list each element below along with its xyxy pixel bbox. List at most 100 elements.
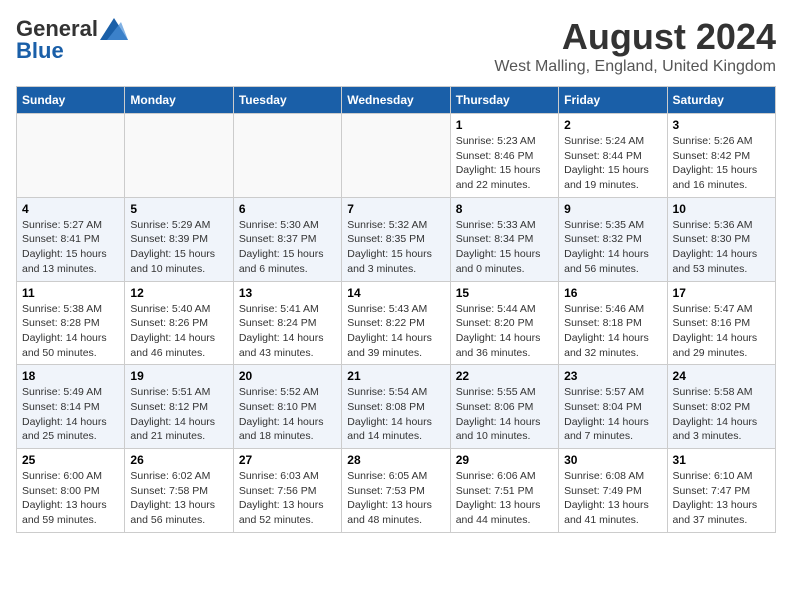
day-info: Sunrise: 6:03 AMSunset: 7:56 PMDaylight:…	[239, 469, 336, 528]
day-number: 23	[564, 369, 661, 383]
calendar-day-cell: 26 Sunrise: 6:02 AMSunset: 7:58 PMDayligh…	[125, 449, 233, 533]
calendar-day-cell: 24 Sunrise: 5:58 AMSunset: 8:02 PMDayligh…	[667, 365, 775, 449]
calendar-day-cell: 12Sunrise: 5:40 AMSunset: 8:26 PMDayligh…	[125, 281, 233, 365]
calendar-day-cell: 17 Sunrise: 5:47 AMSunset: 8:16 PMDayligh…	[667, 281, 775, 365]
calendar-week-row: 18 Sunrise: 5:49 AMSunset: 8:14 PMDayligh…	[17, 365, 776, 449]
day-info: Sunrise: 5:40 AMSunset: 8:26 PMDaylight:…	[130, 302, 227, 361]
calendar-week-row: 4 Sunrise: 5:27 AMSunset: 8:41 PMDaylight…	[17, 197, 776, 281]
calendar-day-cell	[342, 114, 450, 198]
calendar-day-cell: 22Sunrise: 5:55 AMSunset: 8:06 PMDayligh…	[450, 365, 558, 449]
day-number: 10	[673, 202, 770, 216]
day-number: 2	[564, 118, 661, 132]
page-header: General Blue August 2024 West Malling, E…	[16, 16, 776, 76]
day-info: Sunrise: 5:33 AMSunset: 8:34 PMDaylight:…	[456, 218, 553, 277]
calendar-header-row: SundayMondayTuesdayWednesdayThursdayFrid…	[17, 87, 776, 114]
calendar-day-header: Sunday	[17, 87, 125, 114]
calendar-day-cell: 1 Sunrise: 5:23 AMSunset: 8:46 PMDaylight…	[450, 114, 558, 198]
calendar-day-cell: 15Sunrise: 5:44 AMSunset: 8:20 PMDayligh…	[450, 281, 558, 365]
day-info: Sunrise: 5:49 AMSunset: 8:14 PMDaylight:…	[22, 385, 119, 444]
day-number: 24	[673, 369, 770, 383]
calendar-day-header: Thursday	[450, 87, 558, 114]
day-number: 21	[347, 369, 444, 383]
calendar-day-cell: 20 Sunrise: 5:52 AMSunset: 8:10 PMDayligh…	[233, 365, 341, 449]
logo-blue: Blue	[16, 38, 64, 64]
day-info: Sunrise: 6:06 AMSunset: 7:51 PMDaylight:…	[456, 469, 553, 528]
day-number: 29	[456, 453, 553, 467]
day-info: Sunrise: 6:05 AMSunset: 7:53 PMDaylight:…	[347, 469, 444, 528]
day-info: Sunrise: 5:27 AMSunset: 8:41 PMDaylight:…	[22, 218, 119, 277]
calendar-day-cell: 30 Sunrise: 6:08 AMSunset: 7:49 PMDayligh…	[559, 449, 667, 533]
calendar-day-cell: 23Sunrise: 5:57 AMSunset: 8:04 PMDayligh…	[559, 365, 667, 449]
day-number: 1	[456, 118, 553, 132]
calendar-day-cell: 14 Sunrise: 5:43 AMSunset: 8:22 PMDayligh…	[342, 281, 450, 365]
calendar-day-cell: 16 Sunrise: 5:46 AMSunset: 8:18 PMDayligh…	[559, 281, 667, 365]
day-number: 31	[673, 453, 770, 467]
day-number: 7	[347, 202, 444, 216]
day-info: Sunrise: 5:32 AMSunset: 8:35 PMDaylight:…	[347, 218, 444, 277]
day-info: Sunrise: 5:23 AMSunset: 8:46 PMDaylight:…	[456, 134, 553, 193]
day-info: Sunrise: 6:10 AMSunset: 7:47 PMDaylight:…	[673, 469, 770, 528]
day-number: 22	[456, 369, 553, 383]
calendar-day-cell: 18 Sunrise: 5:49 AMSunset: 8:14 PMDayligh…	[17, 365, 125, 449]
calendar-day-cell: 3 Sunrise: 5:26 AMSunset: 8:42 PMDaylight…	[667, 114, 775, 198]
day-info: Sunrise: 5:26 AMSunset: 8:42 PMDaylight:…	[673, 134, 770, 193]
day-info: Sunrise: 5:46 AMSunset: 8:18 PMDaylight:…	[564, 302, 661, 361]
calendar-day-cell: 29 Sunrise: 6:06 AMSunset: 7:51 PMDayligh…	[450, 449, 558, 533]
day-number: 26	[130, 453, 227, 467]
calendar-day-cell: 19Sunrise: 5:51 AMSunset: 8:12 PMDayligh…	[125, 365, 233, 449]
day-info: Sunrise: 5:24 AMSunset: 8:44 PMDaylight:…	[564, 134, 661, 193]
calendar-day-cell: 25Sunrise: 6:00 AMSunset: 8:00 PMDayligh…	[17, 449, 125, 533]
day-number: 17	[673, 286, 770, 300]
day-info: Sunrise: 6:02 AMSunset: 7:58 PMDaylight:…	[130, 469, 227, 528]
day-number: 16	[564, 286, 661, 300]
calendar-week-row: 11Sunrise: 5:38 AMSunset: 8:28 PMDayligh…	[17, 281, 776, 365]
day-info: Sunrise: 5:43 AMSunset: 8:22 PMDaylight:…	[347, 302, 444, 361]
calendar-day-header: Wednesday	[342, 87, 450, 114]
day-info: Sunrise: 5:30 AMSunset: 8:37 PMDaylight:…	[239, 218, 336, 277]
calendar-day-header: Tuesday	[233, 87, 341, 114]
day-info: Sunrise: 6:08 AMSunset: 7:49 PMDaylight:…	[564, 469, 661, 528]
day-info: Sunrise: 5:36 AMSunset: 8:30 PMDaylight:…	[673, 218, 770, 277]
day-info: Sunrise: 5:41 AMSunset: 8:24 PMDaylight:…	[239, 302, 336, 361]
day-number: 4	[22, 202, 119, 216]
calendar-table: SundayMondayTuesdayWednesdayThursdayFrid…	[16, 86, 776, 533]
calendar-day-cell: 28 Sunrise: 6:05 AMSunset: 7:53 PMDayligh…	[342, 449, 450, 533]
day-number: 27	[239, 453, 336, 467]
day-info: Sunrise: 5:54 AMSunset: 8:08 PMDaylight:…	[347, 385, 444, 444]
calendar-day-cell	[17, 114, 125, 198]
day-info: Sunrise: 5:47 AMSunset: 8:16 PMDaylight:…	[673, 302, 770, 361]
day-info: Sunrise: 5:35 AMSunset: 8:32 PMDaylight:…	[564, 218, 661, 277]
day-number: 20	[239, 369, 336, 383]
day-info: Sunrise: 5:58 AMSunset: 8:02 PMDaylight:…	[673, 385, 770, 444]
calendar-day-header: Friday	[559, 87, 667, 114]
calendar-day-cell: 5 Sunrise: 5:29 AMSunset: 8:39 PMDaylight…	[125, 197, 233, 281]
calendar-day-cell: 27 Sunrise: 6:03 AMSunset: 7:56 PMDayligh…	[233, 449, 341, 533]
calendar-day-cell: 2 Sunrise: 5:24 AMSunset: 8:44 PMDaylight…	[559, 114, 667, 198]
day-number: 18	[22, 369, 119, 383]
month-year: August 2024	[494, 16, 776, 58]
day-number: 11	[22, 286, 119, 300]
day-number: 28	[347, 453, 444, 467]
calendar-day-cell: 6 Sunrise: 5:30 AMSunset: 8:37 PMDaylight…	[233, 197, 341, 281]
title-area: August 2024 West Malling, England, Unite…	[494, 16, 776, 76]
calendar-day-cell: 8 Sunrise: 5:33 AMSunset: 8:34 PMDaylight…	[450, 197, 558, 281]
location: West Malling, England, United Kingdom	[494, 58, 776, 76]
calendar-day-cell	[125, 114, 233, 198]
day-number: 30	[564, 453, 661, 467]
day-number: 14	[347, 286, 444, 300]
day-info: Sunrise: 5:44 AMSunset: 8:20 PMDaylight:…	[456, 302, 553, 361]
day-info: Sunrise: 5:29 AMSunset: 8:39 PMDaylight:…	[130, 218, 227, 277]
day-number: 8	[456, 202, 553, 216]
calendar-day-cell: 31 Sunrise: 6:10 AMSunset: 7:47 PMDayligh…	[667, 449, 775, 533]
day-number: 3	[673, 118, 770, 132]
calendar-day-cell	[233, 114, 341, 198]
calendar-week-row: 25Sunrise: 6:00 AMSunset: 8:00 PMDayligh…	[17, 449, 776, 533]
day-info: Sunrise: 5:52 AMSunset: 8:10 PMDaylight:…	[239, 385, 336, 444]
calendar-day-cell: 13Sunrise: 5:41 AMSunset: 8:24 PMDayligh…	[233, 281, 341, 365]
calendar-week-row: 1 Sunrise: 5:23 AMSunset: 8:46 PMDaylight…	[17, 114, 776, 198]
logo-icon	[100, 18, 128, 40]
day-number: 6	[239, 202, 336, 216]
logo: General Blue	[16, 16, 128, 64]
day-number: 5	[130, 202, 227, 216]
calendar-day-cell: 10 Sunrise: 5:36 AMSunset: 8:30 PMDayligh…	[667, 197, 775, 281]
